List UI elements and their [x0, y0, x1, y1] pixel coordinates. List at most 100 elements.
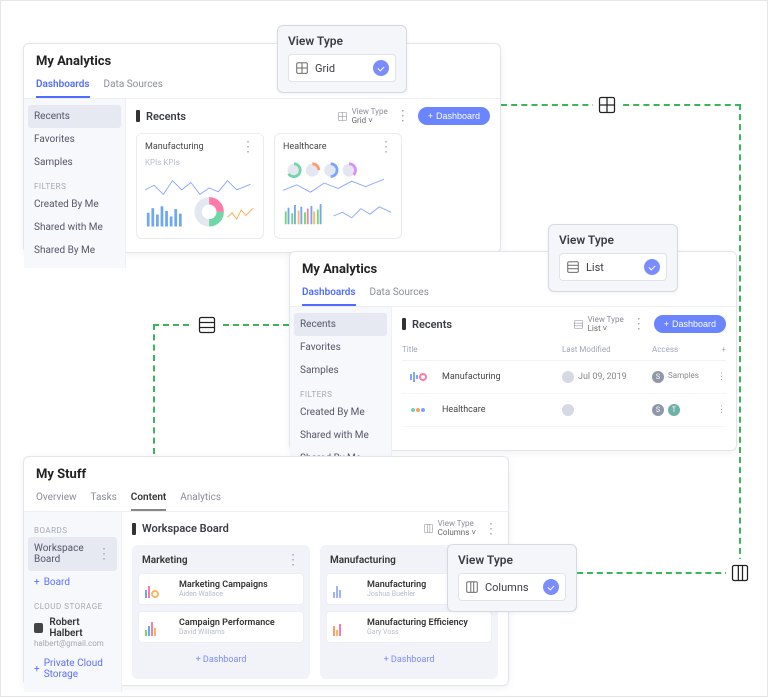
- popover-title: View Type: [288, 34, 396, 48]
- row-thumbnail: [402, 369, 434, 385]
- view-type-popover-list: View Type List: [548, 224, 678, 292]
- add-dashboard-button[interactable]: + Dashboard: [138, 649, 304, 671]
- avatar: [562, 404, 574, 416]
- board-card[interactable]: Marketing CampaignsAiden Wallace: [138, 573, 304, 605]
- popover-value: Grid: [315, 62, 367, 75]
- sidebar-shared-by-me[interactable]: Shared By Me: [24, 239, 125, 262]
- card-thumbnail: [145, 618, 173, 636]
- sidebar: Recents Favorites Samples FILTERS Create…: [290, 307, 392, 476]
- access-badge: S: [652, 371, 664, 383]
- more-icon[interactable]: ⋮: [97, 547, 111, 561]
- access-badge: S: [652, 404, 664, 416]
- more-icon[interactable]: ⋮: [712, 405, 726, 415]
- table-row[interactable]: Healthcare ST ⋮: [402, 394, 726, 427]
- view-type-popover-columns: View Type Columns: [447, 544, 577, 612]
- table-headers: Title Last Modified Access +: [402, 341, 726, 361]
- list-icon: [566, 260, 580, 274]
- board-card[interactable]: Manufacturing EfficiencyGary Voss: [326, 611, 492, 643]
- add-cloud-storage-button[interactable]: +Private Cloud Storage: [24, 652, 121, 686]
- section-title: Recents: [402, 318, 452, 331]
- columns-icon: [465, 580, 479, 594]
- tab-tasks[interactable]: Tasks: [91, 486, 117, 511]
- card-thumbnail: [333, 618, 361, 636]
- view-type-selector[interactable]: View TypeColumns ˅: [423, 520, 476, 537]
- check-icon: [644, 259, 660, 275]
- dashboard-card-manufacturing[interactable]: Manufacturing⋮ KPIs KPIs: [136, 133, 264, 239]
- sidebar-created-by-me[interactable]: Created By Me: [24, 193, 125, 216]
- tabs: Overview Tasks Content Analytics: [24, 486, 508, 512]
- view-type-selector[interactable]: View TypeList ˅: [573, 316, 624, 333]
- sidebar-shared-with-me[interactable]: Shared with Me: [290, 424, 391, 447]
- add-dashboard-button[interactable]: +Dashboard: [418, 107, 490, 125]
- sidebar-favorites[interactable]: Favorites: [290, 336, 391, 359]
- popover-option[interactable]: Grid: [288, 54, 396, 82]
- columns-icon: [726, 559, 754, 587]
- grid-icon: [593, 91, 621, 119]
- chart-preview: [145, 169, 255, 229]
- add-board-button[interactable]: +Board: [24, 571, 121, 594]
- cloud-provider-icon: [34, 623, 43, 633]
- tab-dashboards[interactable]: Dashboards: [36, 73, 90, 98]
- sidebar-recents[interactable]: Recents: [28, 105, 121, 128]
- row-thumbnail: [402, 402, 434, 418]
- tab-content[interactable]: Content: [131, 486, 166, 511]
- more-icon[interactable]: ⋮: [712, 372, 726, 382]
- more-icon[interactable]: ⋮: [484, 522, 498, 536]
- tab-data-sources[interactable]: Data Sources: [104, 73, 163, 98]
- list-icon: [573, 319, 584, 330]
- avatar: [562, 371, 574, 383]
- list-icon: [193, 311, 221, 339]
- add-column-icon[interactable]: +: [712, 345, 726, 354]
- add-dashboard-button[interactable]: + Dashboard: [326, 649, 492, 671]
- add-dashboard-button[interactable]: +Dashboard: [654, 315, 726, 333]
- view-type-selector[interactable]: View TypeGrid ˅: [337, 108, 388, 125]
- table-row[interactable]: Manufacturing Jul 09, 2019 SSamples ⋮: [402, 361, 726, 394]
- page-title: My Analytics: [24, 44, 500, 73]
- more-icon[interactable]: ⋮: [396, 109, 410, 123]
- grid-icon: [295, 61, 309, 75]
- popover-value: Columns: [485, 581, 537, 594]
- tab-analytics[interactable]: Analytics: [180, 486, 221, 511]
- section-title: Recents: [136, 110, 186, 123]
- board-card[interactable]: Campaign PerformanceDavid Williams: [138, 611, 304, 643]
- tab-dashboards[interactable]: Dashboards: [302, 281, 356, 306]
- popover-option[interactable]: List: [559, 253, 667, 281]
- sidebar-recents[interactable]: Recents: [294, 313, 387, 336]
- analytics-panel-grid: My Analytics Dashboards Data Sources Rec…: [23, 43, 501, 253]
- popover-title: View Type: [559, 233, 667, 247]
- view-type-popover-grid: View Type Grid: [277, 25, 407, 93]
- sidebar-workspace-board[interactable]: Workspace Board⋮: [28, 537, 117, 571]
- dashboard-card-healthcare[interactable]: Healthcare⋮: [274, 133, 402, 239]
- popover-value: List: [586, 261, 638, 274]
- tabs: Dashboards Data Sources: [24, 73, 500, 99]
- access-badge: T: [668, 404, 680, 416]
- columns-icon: [423, 523, 434, 534]
- sidebar-created-by-me[interactable]: Created By Me: [290, 401, 391, 424]
- cloud-account[interactable]: Robert Halbert: [24, 613, 121, 639]
- sidebar-samples[interactable]: Samples: [290, 359, 391, 382]
- popover-title: View Type: [458, 553, 566, 567]
- tab-data-sources[interactable]: Data Sources: [370, 281, 429, 306]
- sidebar-heading-filters: FILTERS: [290, 382, 391, 401]
- more-icon[interactable]: ⋮: [379, 140, 393, 154]
- section-title: Workspace Board: [132, 522, 229, 535]
- grid-icon: [337, 111, 348, 122]
- sidebar: BOARDS Workspace Board⋮ +Board CLOUD STO…: [24, 512, 122, 692]
- sidebar-shared-with-me[interactable]: Shared with Me: [24, 216, 125, 239]
- popover-option[interactable]: Columns: [458, 573, 566, 601]
- chart-preview: [283, 158, 393, 230]
- page-title: My Stuff: [24, 457, 508, 486]
- board-column-marketing: Marketing⋮ Marketing CampaignsAiden Wall…: [132, 545, 310, 679]
- card-thumbnail: [333, 580, 361, 598]
- sidebar-samples[interactable]: Samples: [24, 151, 125, 174]
- sidebar-favorites[interactable]: Favorites: [24, 128, 125, 151]
- more-icon[interactable]: ⋮: [632, 317, 646, 331]
- tab-overview[interactable]: Overview: [36, 486, 77, 511]
- sidebar: Recents Favorites Samples FILTERS Create…: [24, 99, 126, 268]
- check-icon: [543, 579, 559, 595]
- card-thumbnail: [145, 580, 173, 598]
- more-icon[interactable]: ⋮: [286, 553, 300, 567]
- sidebar-heading-cloud: CLOUD STORAGE: [24, 594, 121, 613]
- more-icon[interactable]: ⋮: [241, 140, 255, 154]
- check-icon: [373, 60, 389, 76]
